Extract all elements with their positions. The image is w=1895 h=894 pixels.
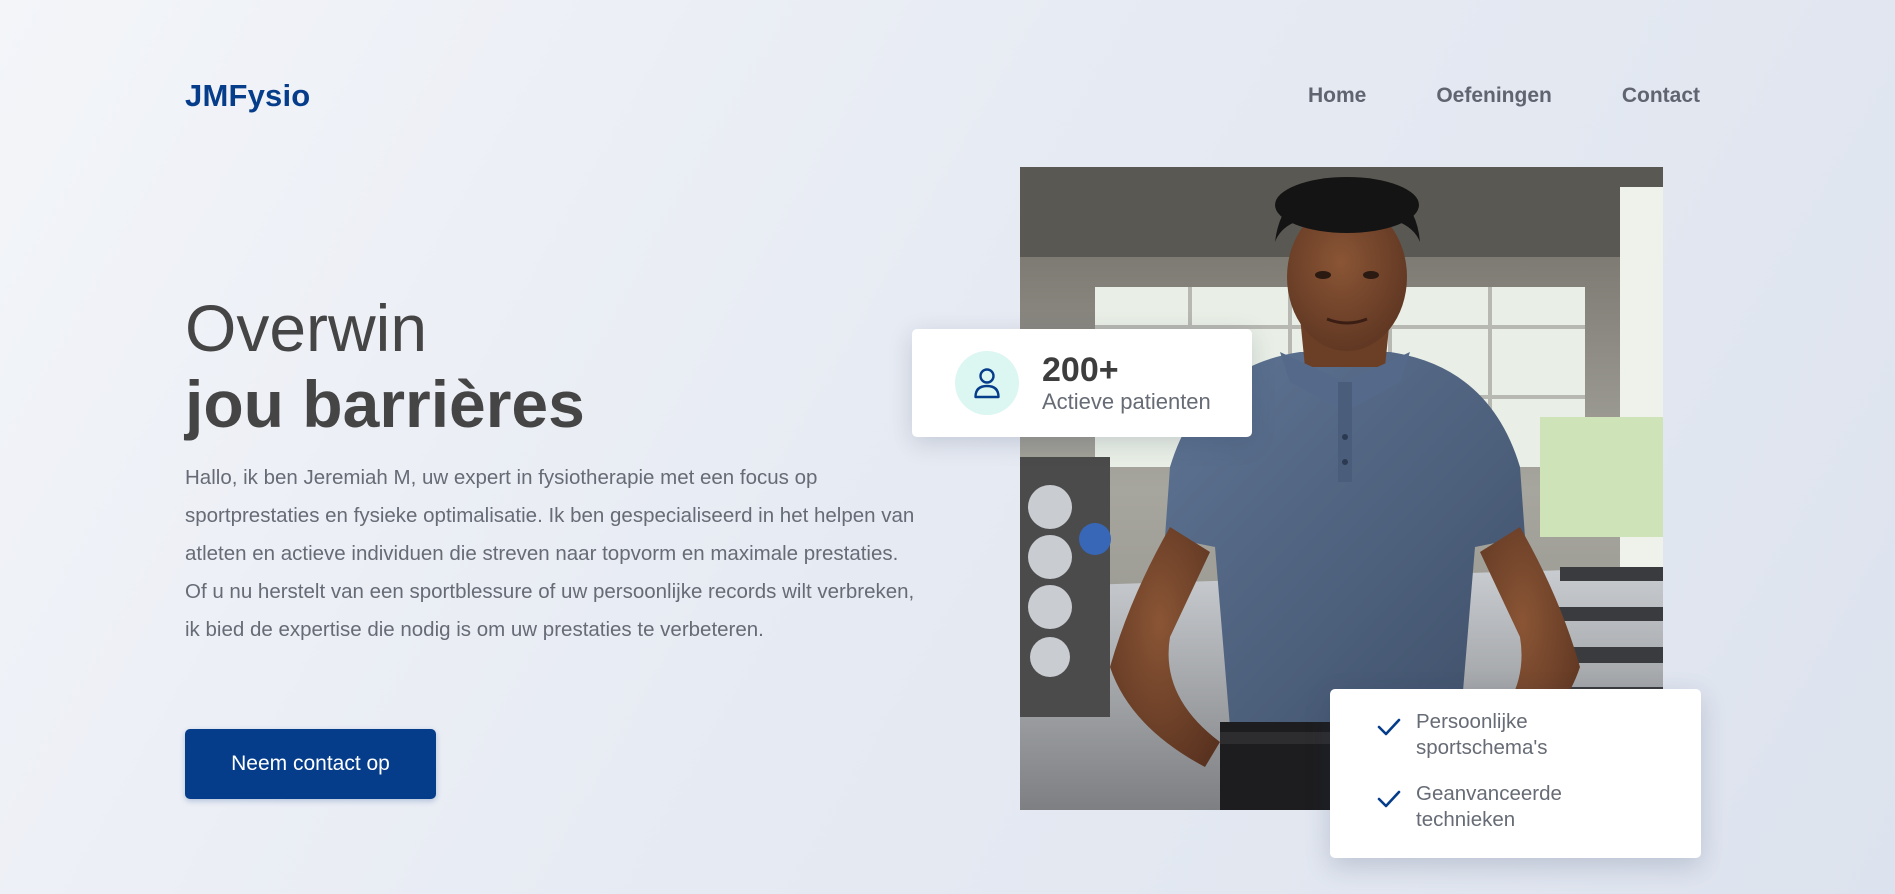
hero-title-line2: jou barrières — [185, 367, 585, 441]
nav-contact[interactable]: Contact — [1622, 84, 1700, 108]
check-icon — [1377, 790, 1401, 808]
hero-title: Overwin jou barrières — [185, 292, 585, 444]
patients-count: 200+ — [1042, 351, 1119, 389]
check-icon — [1377, 718, 1401, 736]
patients-stat-card: 200+ Actieve patienten — [912, 329, 1252, 437]
feature-text: Geanvanceerde technieken — [1416, 782, 1562, 831]
nav-home[interactable]: Home — [1308, 84, 1366, 108]
feature-item: Persoonlijke sportschema's — [1376, 709, 1701, 761]
user-icon — [955, 351, 1019, 415]
patients-label: Actieve patienten — [1042, 389, 1211, 414]
contact-button[interactable]: Neem contact op — [185, 729, 436, 799]
hero-paragraph: Hallo, ik ben Jeremiah M, uw expert in f… — [185, 466, 915, 641]
hero-title-line1: Overwin — [185, 291, 428, 365]
feature-text: Persoonlijke sportschema's — [1416, 710, 1548, 759]
main-nav: Home Oefeningen Contact — [1308, 84, 1700, 108]
site-logo[interactable]: JMFysio — [185, 78, 310, 114]
feature-item: Geanvanceerde technieken — [1376, 781, 1701, 833]
nav-oefeningen[interactable]: Oefeningen — [1436, 84, 1552, 108]
features-card: Persoonlijke sportschema's Geanvanceerde… — [1330, 689, 1701, 858]
